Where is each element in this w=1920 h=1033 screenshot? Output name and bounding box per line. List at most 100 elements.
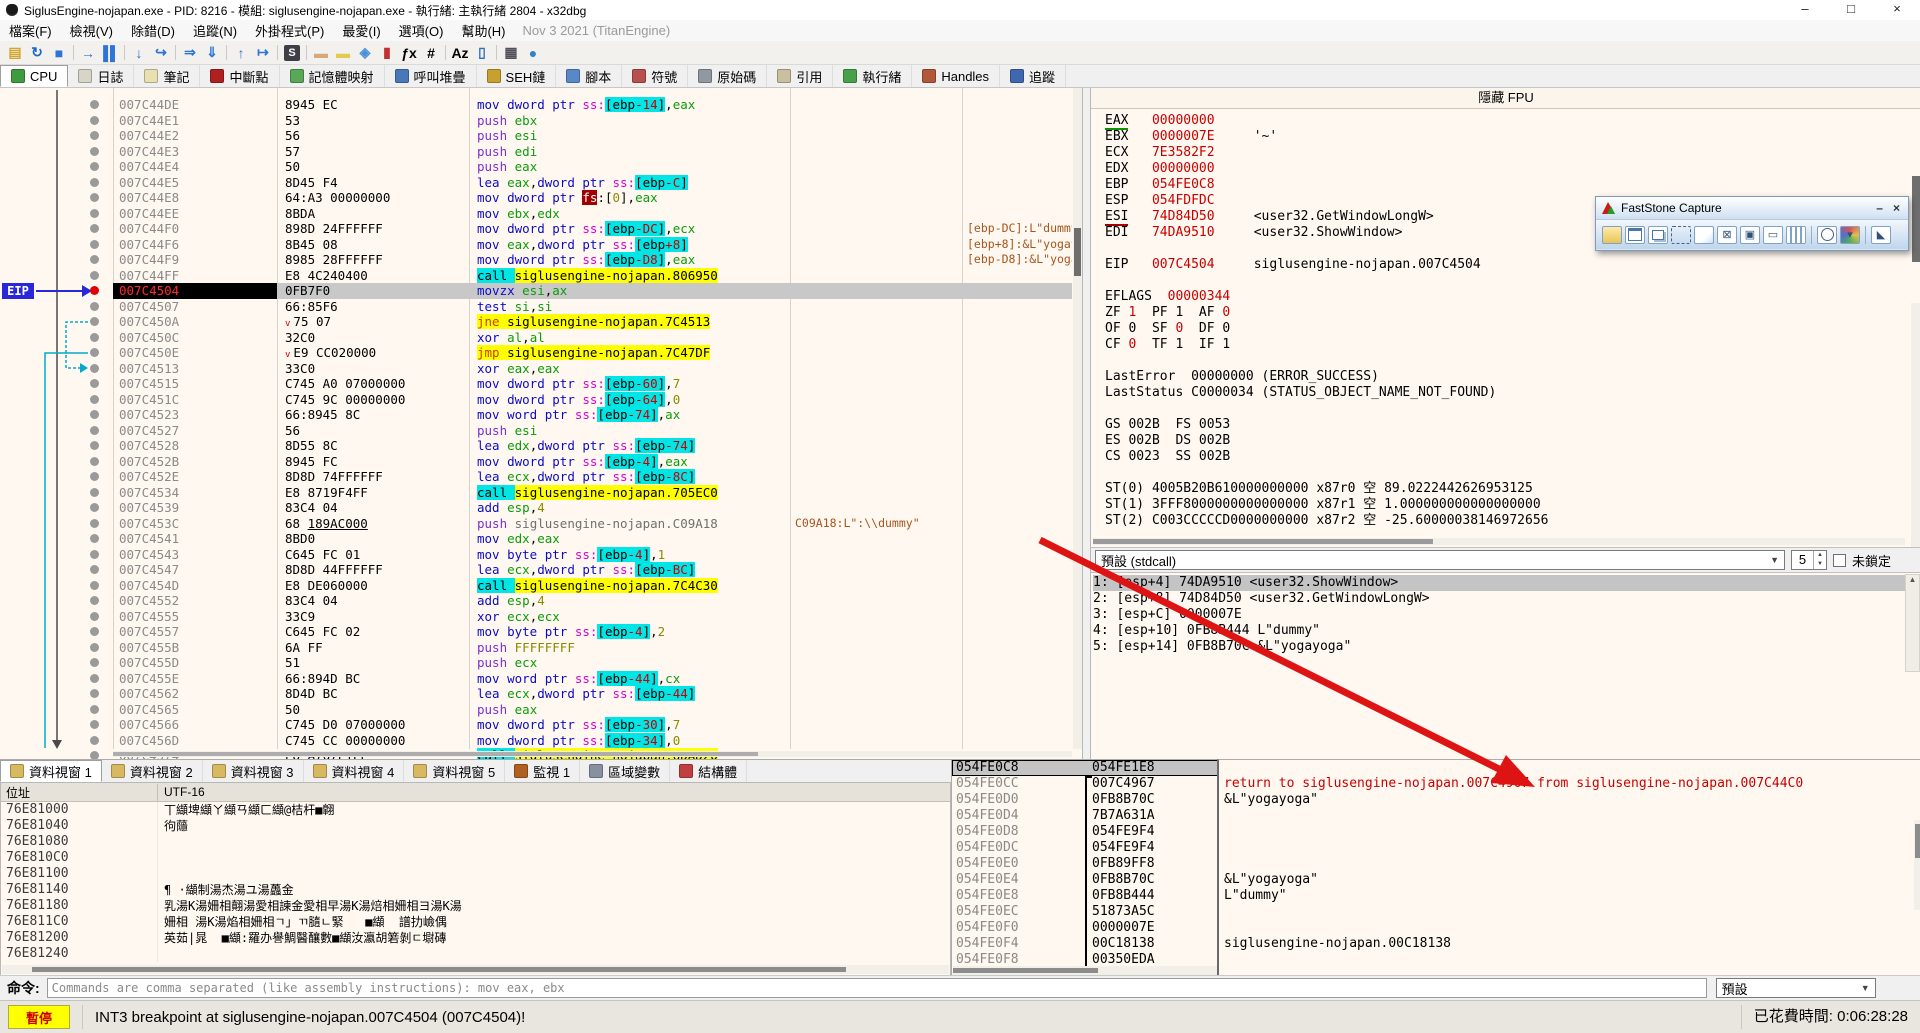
- menu-item[interactable]: 最愛(I): [333, 21, 389, 40]
- argument-row[interactable]: 3: [esp+C] 0000007E: [1093, 607, 1905, 623]
- argument-count-stepper[interactable]: 5 ▲▼: [1791, 550, 1827, 570]
- hash-icon[interactable]: #: [420, 43, 442, 62]
- disasm-row[interactable]: 007C45418BD0mov edx,eax: [0, 531, 1072, 547]
- disasm-row[interactable]: 007C4534E8 8719F4FFcall siglusengine-noj…: [0, 485, 1072, 501]
- disasm-row[interactable]: 007C4557C645 FC 02mov byte ptr ss:[ebp-4…: [0, 624, 1072, 640]
- register-line[interactable]: EFLAGS 00000344: [1105, 289, 1899, 305]
- breakpoint-dot[interactable]: [90, 178, 99, 187]
- breakpoint-dot[interactable]: [90, 751, 99, 759]
- breakpoint-dot[interactable]: [90, 565, 99, 574]
- tab-執行緒[interactable]: 執行緒: [833, 65, 912, 87]
- tab-中斷點[interactable]: 中斷點: [200, 65, 279, 87]
- stack-row[interactable]: 054FE0D47B7A631A: [952, 808, 1218, 824]
- faststone-minimize-button[interactable]: –: [1876, 201, 1883, 215]
- dump-row[interactable]: 76E81200英茹|晁 ■纈:羅办譽鯛醫釀數■纈汝瀛胡箬剝ㄷ墛磚: [1, 930, 950, 946]
- register-line[interactable]: ECX 7E3582F2: [1105, 145, 1899, 161]
- disasm-row[interactable]: 007C45628D4D BClea ecx,dword ptr ss:[ebp…: [0, 686, 1072, 702]
- breakpoint-dot[interactable]: [90, 333, 99, 342]
- breakpoint-dot[interactable]: [90, 426, 99, 435]
- dump-panel[interactable]: 資料視窗 1資料視窗 2資料視窗 3資料視窗 4資料視窗 5監視 1區域變數結構…: [0, 759, 951, 976]
- stop-icon[interactable]: ■: [48, 43, 70, 62]
- breakpoint-dot[interactable]: [90, 395, 99, 404]
- breakpoint-dot[interactable]: [90, 596, 99, 605]
- registers-vertical-scrollbar[interactable]: [1911, 303, 1920, 563]
- breakpoint-dot[interactable]: [90, 457, 99, 466]
- label-icon[interactable]: ◈: [354, 43, 376, 62]
- dump-table[interactable]: 位址 UTF-16 76E81000丅纈埤纈ㄚ纈ㄢ纈ㄈ纈@桔杆■翺76E8104…: [0, 782, 951, 976]
- breakpoint-dot[interactable]: [90, 147, 99, 156]
- stack-comment[interactable]: return to siglusengine-nojapan.007C4967 …: [1219, 776, 1920, 792]
- stack-row[interactable]: 054FE0D8054FE9F4: [952, 824, 1218, 840]
- fs-capture-rect-icon[interactable]: [1671, 226, 1691, 244]
- stack-panel[interactable]: 054FE0C8054FE1E8054FE0CC007C4967054FE0D0…: [951, 759, 1218, 976]
- scrollbar-thumb[interactable]: [1912, 176, 1920, 262]
- register-line[interactable]: LastStatus C0000034 (STATUS_OBJECT_NAME_…: [1105, 385, 1899, 401]
- stack-row[interactable]: 054FE0F400C18138: [952, 936, 1218, 952]
- step-over-icon[interactable]: ↪: [150, 43, 172, 62]
- breakpoint-dot[interactable]: [90, 534, 99, 543]
- tab-引用[interactable]: 引用: [767, 65, 833, 87]
- dump-row[interactable]: 76E811C0姍相 湯K湯焰相姍相ㄱ」ㄲ膸ㄴ緊 ■纈 譜扐嶮偶: [1, 914, 950, 930]
- globe-icon[interactable]: ●: [522, 43, 544, 62]
- disasm-row[interactable]: 007C450EvE9 CC020000jmp siglusengine-noj…: [0, 345, 1072, 361]
- stack-row[interactable]: 054FE0E40FB8B70C: [952, 872, 1218, 888]
- comments-vertical-scrollbar[interactable]: [1914, 820, 1920, 910]
- faststone-title-bar[interactable]: FastStone Capture – ×: [1596, 197, 1908, 220]
- scrollbar-thumb[interactable]: [1093, 539, 1433, 544]
- disasm-row[interactable]: 007C44E58D45 F4lea eax,dword ptr ss:[ebp…: [0, 175, 1072, 191]
- breakpoint-dot[interactable]: [90, 674, 99, 683]
- stack-row[interactable]: 054FE0E80FB8B444: [952, 888, 1218, 904]
- dump-row[interactable]: 76E81140¶ ·纈制湯杰湯ユ湯䘍金: [1, 882, 950, 898]
- assembler-icon[interactable]: ▯: [471, 43, 493, 62]
- fs-logo-icon[interactable]: ◣: [1871, 226, 1891, 244]
- disasm-row[interactable]: 007C451333C0xor eax,eax: [0, 361, 1072, 377]
- breakpoint-dot[interactable]: [90, 209, 99, 218]
- fs-open-icon[interactable]: [1602, 226, 1622, 244]
- unlocked-checkbox[interactable]: [1833, 554, 1846, 567]
- stack-comment[interactable]: &L"yogayoga": [1219, 872, 1920, 888]
- dump-data-column-header[interactable]: UTF-16: [158, 785, 205, 799]
- tab-呼叫堆疊[interactable]: 呼叫堆疊: [385, 65, 477, 87]
- breakpoint-dot[interactable]: [90, 100, 99, 109]
- disassembly-panel[interactable]: 007C44DE8945 ECmov dword ptr ss:[ebp-14]…: [0, 88, 1083, 759]
- register-line[interactable]: EBP 054FE0C8: [1105, 177, 1899, 193]
- stack-comment[interactable]: [1219, 840, 1920, 856]
- disasm-row[interactable]: 007C455283C4 04add esp,4: [0, 593, 1072, 609]
- breakpoint-dot[interactable]: [90, 720, 99, 729]
- disasm-row[interactable]: 007C44EE8BDAmov ebx,edx: [0, 206, 1072, 222]
- stack-row[interactable]: 054FE0CC007C4967: [952, 776, 1218, 792]
- bookmark-icon[interactable]: ▮: [376, 43, 398, 62]
- register-line[interactable]: [1105, 273, 1899, 289]
- run-to-user-code-icon[interactable]: ↦: [252, 43, 274, 62]
- dump-row[interactable]: 76E81000丅纈埤纈ㄚ纈ㄢ纈ㄈ纈@桔杆■翺: [1, 802, 950, 818]
- tab-結構體[interactable]: 結構體: [670, 760, 747, 782]
- disasm-row[interactable]: 007C44DE8945 ECmov dword ptr ss:[ebp-14]…: [0, 97, 1072, 113]
- register-line[interactable]: ST(1) 3FFF8000000000000000 x87r1 空 1.000…: [1105, 497, 1899, 513]
- dump-row[interactable]: 76E81040㣘蘟: [1, 818, 950, 834]
- stack-comment[interactable]: [1219, 920, 1920, 936]
- menu-item[interactable]: 幫助(H): [452, 21, 514, 40]
- scrollbar-thumb[interactable]: [1074, 228, 1081, 276]
- tab-資料視窗 5[interactable]: 資料視窗 5: [404, 760, 505, 782]
- breakpoint-dot[interactable]: [90, 736, 99, 745]
- disasm-row[interactable]: 007C4566C745 D0 07000000mov dword ptr ss…: [0, 717, 1072, 733]
- stack-comment[interactable]: siglusengine-nojapan.00C18138: [1219, 936, 1920, 952]
- stack-comment[interactable]: [1219, 952, 1920, 968]
- stack-comment[interactable]: [1219, 824, 1920, 840]
- fs-capture-freehand-icon[interactable]: [1694, 226, 1714, 244]
- dump-row[interactable]: 76E810C0: [1, 850, 950, 866]
- calling-convention-dropdown[interactable]: 預設 (stdcall) ▼: [1095, 550, 1785, 570]
- menu-item[interactable]: 選項(O): [390, 21, 453, 40]
- argument-row[interactable]: 2: [esp+8] 74D84D50 <user32.GetWindowLon…: [1093, 591, 1905, 607]
- disasm-row[interactable]: 007C44E450push eax: [0, 159, 1072, 175]
- faststone-capture-window[interactable]: FastStone Capture – × ⊠▣▭▾◣: [1595, 196, 1909, 251]
- step-out-icon[interactable]: ↑: [230, 43, 252, 62]
- register-line[interactable]: EDX 00000000: [1105, 161, 1899, 177]
- stack-comment[interactable]: L"dummy": [1219, 888, 1920, 904]
- disasm-row[interactable]: 007C450Av75 07jne siglusengine-nojapan.7…: [0, 314, 1072, 330]
- comment-icon[interactable]: ▬: [332, 43, 354, 62]
- fs-capture-fixed-icon[interactable]: ▭: [1763, 226, 1783, 244]
- disasm-row[interactable]: 007C44FFE8 4C240400call siglusengine-noj…: [0, 268, 1072, 284]
- stack-row[interactable]: 054FE0DC054FE9F4: [952, 840, 1218, 856]
- tab-CPU[interactable]: CPU: [0, 65, 68, 87]
